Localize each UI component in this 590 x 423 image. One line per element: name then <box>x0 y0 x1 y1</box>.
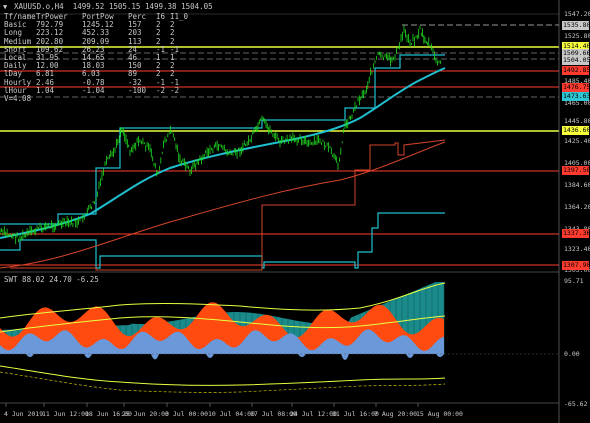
price-axis-label: 1384.60 <box>564 181 590 189</box>
price-axis-label: 1323.40 <box>564 245 590 253</box>
date-ticks <box>5 403 419 407</box>
stats-row: lHour 1.04 -1.04 -100 -2 -2 <box>4 85 184 95</box>
price-tag-red-2: 1476.75 <box>562 83 590 92</box>
swt-yellow-dashed-line <box>0 371 446 393</box>
date-axis-label: 7 Aug 20:00 <box>374 410 418 418</box>
date-axis-label: 31 Jul 16:00 <box>332 410 379 418</box>
price-tag-red-4: 1337.36 <box>562 229 590 238</box>
swt-negative-dip <box>151 354 159 360</box>
price-tag-red-3: 1397.50 <box>562 166 590 175</box>
price-axis-label: 1547.20 <box>564 10 590 18</box>
date-axis-label: 3 Jul 00:00 <box>165 410 209 418</box>
price-axis-label: 1364.20 <box>564 203 590 211</box>
price-tag-yellow-2: 1436.60 <box>562 126 590 135</box>
stats-cell: -100 <box>128 85 147 95</box>
trailing-stop-red <box>10 139 446 271</box>
chart-title: XAUUSD.o,H4 1499.52 1505.15 1499.38 1504… <box>14 2 213 11</box>
date-axis-label: 4 Jun 2019 <box>4 410 44 418</box>
swt-yellow-line-3 <box>0 365 446 386</box>
collapse-arrow-icon[interactable]: ▼ <box>3 3 7 11</box>
date-axis-label: 10 Jul 04:00 <box>208 410 255 418</box>
swt-negative-dip <box>406 354 414 358</box>
swt-negative-dip <box>436 354 444 357</box>
swt-axis-top: 95.71 <box>564 277 584 285</box>
stats-footer: V=4.08 <box>4 94 32 104</box>
date-axis-label: 25 Jun 20:00 <box>122 410 169 418</box>
date-axis-label: 24 Jul 12:00 <box>290 410 337 418</box>
price-axis-label: 1425.40 <box>564 137 590 145</box>
price-tag-red-5: 1307.90 <box>562 261 590 270</box>
date-axis-label: 11 Jun 12:00 <box>42 410 89 418</box>
moving-average-red <box>0 141 446 269</box>
swt-negative-dip <box>26 354 34 357</box>
price-tag-dashed-top: 1535.80 <box>562 21 590 30</box>
swt-negative-dip <box>298 354 306 357</box>
swt-negative-dip <box>84 354 92 358</box>
swt-axis-bottom: -65.62 <box>564 400 588 408</box>
stats-cell: -2 <box>156 85 166 95</box>
price-axis-label: 1445.80 <box>564 117 590 125</box>
swt-negative-dip <box>341 354 349 360</box>
date-axis-label: 15 Aug 00:00 <box>416 410 463 418</box>
swt-indicator-pane <box>0 282 559 393</box>
swt-histogram <box>0 282 445 360</box>
stats-cell: -1.04 <box>82 85 105 95</box>
price-axis-label: 1525.80 <box>564 32 590 40</box>
price-tag-cyan-1: 1473.63 <box>562 92 590 101</box>
price-tag-current: 1504.05 <box>562 56 590 65</box>
stats-cell: -2 <box>170 85 180 95</box>
stats-panel: Tf/name TrPower PortPow Perc I6 I1_0 Basic 792.… <box>4 12 188 104</box>
price-tag-red-1: 1492.85 <box>562 66 590 75</box>
swt-negative-dip <box>206 354 214 358</box>
swt-indicator-label: SWT 88.02 24.70 -6.25 <box>4 275 99 284</box>
stats-cell: 1.04 <box>36 85 55 95</box>
swt-axis-mid: 0.00 <box>564 350 580 358</box>
